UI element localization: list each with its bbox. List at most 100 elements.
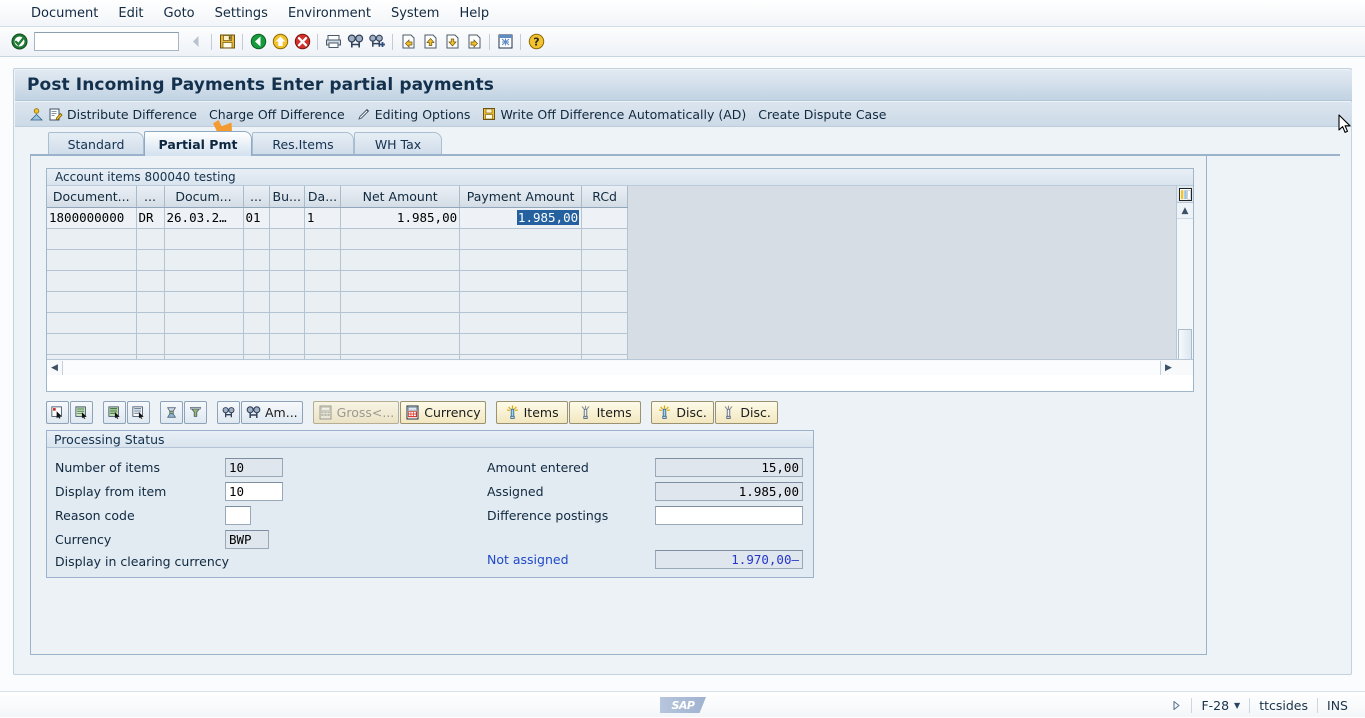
find-icon[interactable]: [344, 31, 366, 53]
cell-empty[interactable]: [459, 291, 583, 313]
cell-net-amount[interactable]: 1.985,00: [340, 207, 461, 229]
search-button[interactable]: [217, 401, 240, 424]
tab-standard[interactable]: Standard: [48, 132, 144, 155]
cell-empty[interactable]: [136, 333, 165, 355]
cell-empty[interactable]: [47, 312, 137, 334]
cell-business-area[interactable]: [269, 207, 305, 229]
cell-empty[interactable]: [304, 270, 342, 292]
col-extra[interactable]: ...: [243, 186, 270, 208]
cancel-red-icon[interactable]: [291, 31, 313, 53]
cell-empty[interactable]: [581, 333, 629, 355]
currency-button[interactable]: Currency: [400, 401, 486, 424]
amount-entered-field[interactable]: 15,00: [655, 458, 803, 477]
cell-empty[interactable]: [164, 249, 244, 271]
col-days[interactable]: Da...: [304, 186, 342, 208]
cell-empty[interactable]: [459, 228, 583, 250]
cell-empty[interactable]: [164, 228, 244, 250]
col-net-amount[interactable]: Net Amount: [340, 186, 461, 208]
cell-empty[interactable]: [340, 249, 461, 271]
sort-ascending-button[interactable]: [160, 401, 183, 424]
cell-empty[interactable]: [136, 228, 165, 250]
cell-empty[interactable]: [47, 249, 137, 271]
cell-empty[interactable]: [243, 228, 270, 250]
cell-empty[interactable]: [164, 333, 244, 355]
deselect-all-button[interactable]: [70, 401, 93, 424]
col-document-date[interactable]: Docum...: [164, 186, 244, 208]
exit-yellow-icon[interactable]: [269, 31, 291, 53]
select-all-button[interactable]: [46, 401, 69, 424]
last-page-icon[interactable]: [463, 31, 485, 53]
cell-empty[interactable]: [136, 291, 165, 313]
enter-check-icon[interactable]: [8, 31, 30, 53]
cell-empty[interactable]: [581, 228, 629, 250]
cell-empty[interactable]: [243, 249, 270, 271]
save-icon[interactable]: [216, 31, 238, 53]
cell-empty[interactable]: [581, 270, 629, 292]
scroll-right-icon[interactable]: ▶: [1160, 360, 1176, 375]
menu-item-help[interactable]: Help: [450, 3, 498, 24]
print-icon[interactable]: [322, 31, 344, 53]
back-arrow-icon[interactable]: [185, 31, 207, 53]
cell-empty[interactable]: [243, 333, 270, 355]
cell-empty[interactable]: [304, 312, 342, 334]
cell-empty[interactable]: [243, 270, 270, 292]
table-row[interactable]: 1800000000 DR 26.03.2… 01 1 1.985,00 1.9…: [47, 206, 1186, 229]
table-row[interactable]: [47, 333, 1186, 355]
table-settings-icon[interactable]: [1176, 186, 1193, 203]
cell-empty[interactable]: [459, 312, 583, 334]
cell-empty[interactable]: [304, 228, 342, 250]
table-row[interactable]: [47, 249, 1186, 271]
col-rcd[interactable]: RCd: [581, 186, 629, 208]
deactivate-items-button[interactable]: [127, 401, 150, 424]
filter-button[interactable]: [184, 401, 207, 424]
cell-days[interactable]: 1: [304, 207, 342, 229]
tab-res-items[interactable]: Res.Items: [252, 132, 354, 155]
col-business-area[interactable]: Bu...: [269, 186, 305, 208]
back-green-icon[interactable]: [247, 31, 269, 53]
menu-item-document[interactable]: Document: [22, 3, 107, 24]
menu-item-edit[interactable]: Edit: [109, 3, 152, 24]
command-field[interactable]: [34, 32, 179, 51]
menu-item-goto[interactable]: Goto: [155, 3, 204, 24]
col-payment-amount[interactable]: Payment Amount: [459, 186, 583, 208]
cell-document[interactable]: 1800000000: [47, 207, 137, 229]
cell-empty[interactable]: [269, 228, 305, 250]
previous-page-icon[interactable]: [419, 31, 441, 53]
number-of-items-field[interactable]: 10: [225, 458, 283, 477]
cell-empty[interactable]: [136, 312, 165, 334]
table-vertical-scrollbar[interactable]: ▲ ▼: [1176, 203, 1193, 375]
cell-empty[interactable]: [269, 249, 305, 271]
cell-empty[interactable]: [269, 291, 305, 313]
cell-rcd[interactable]: [581, 207, 629, 229]
table-row[interactable]: [47, 312, 1186, 334]
editing-options-button[interactable]: Editing Options: [351, 105, 477, 124]
cell-empty[interactable]: [269, 270, 305, 292]
write-off-difference-button[interactable]: Write Off Difference Automatically (AD): [476, 105, 752, 124]
cell-empty[interactable]: [47, 228, 137, 250]
table-row[interactable]: [47, 270, 1186, 292]
cell-payment-amount-focused[interactable]: 1.985,00: [459, 206, 583, 229]
cell-empty[interactable]: [269, 312, 305, 334]
cell-empty[interactable]: [581, 312, 629, 334]
table-row[interactable]: [47, 291, 1186, 313]
col-type[interactable]: ...: [136, 186, 165, 208]
cell-empty[interactable]: [47, 291, 137, 313]
cell-empty[interactable]: [581, 249, 629, 271]
cell-empty[interactable]: [47, 270, 137, 292]
status-expand-icon[interactable]: [1162, 698, 1191, 713]
cell-empty[interactable]: [136, 249, 165, 271]
chevron-down-icon[interactable]: ▼: [1234, 701, 1240, 710]
not-assigned-field[interactable]: 1.970,00–: [655, 550, 803, 569]
label-not-assigned[interactable]: Not assigned: [487, 552, 655, 567]
cell-empty[interactable]: [136, 270, 165, 292]
cell-extra[interactable]: 01: [243, 207, 270, 229]
cell-empty[interactable]: [304, 249, 342, 271]
cell-type[interactable]: DR: [136, 207, 165, 229]
charge-off-difference-button[interactable]: Charge Off Difference: [203, 105, 351, 124]
horizontal-scroll-track[interactable]: [63, 360, 1160, 375]
distribute-difference-button[interactable]: Distribute Difference: [23, 105, 203, 124]
create-dispute-case-button[interactable]: Create Dispute Case: [752, 105, 892, 124]
next-page-icon[interactable]: [441, 31, 463, 53]
difference-postings-field[interactable]: [655, 506, 803, 525]
cell-empty[interactable]: [304, 333, 342, 355]
